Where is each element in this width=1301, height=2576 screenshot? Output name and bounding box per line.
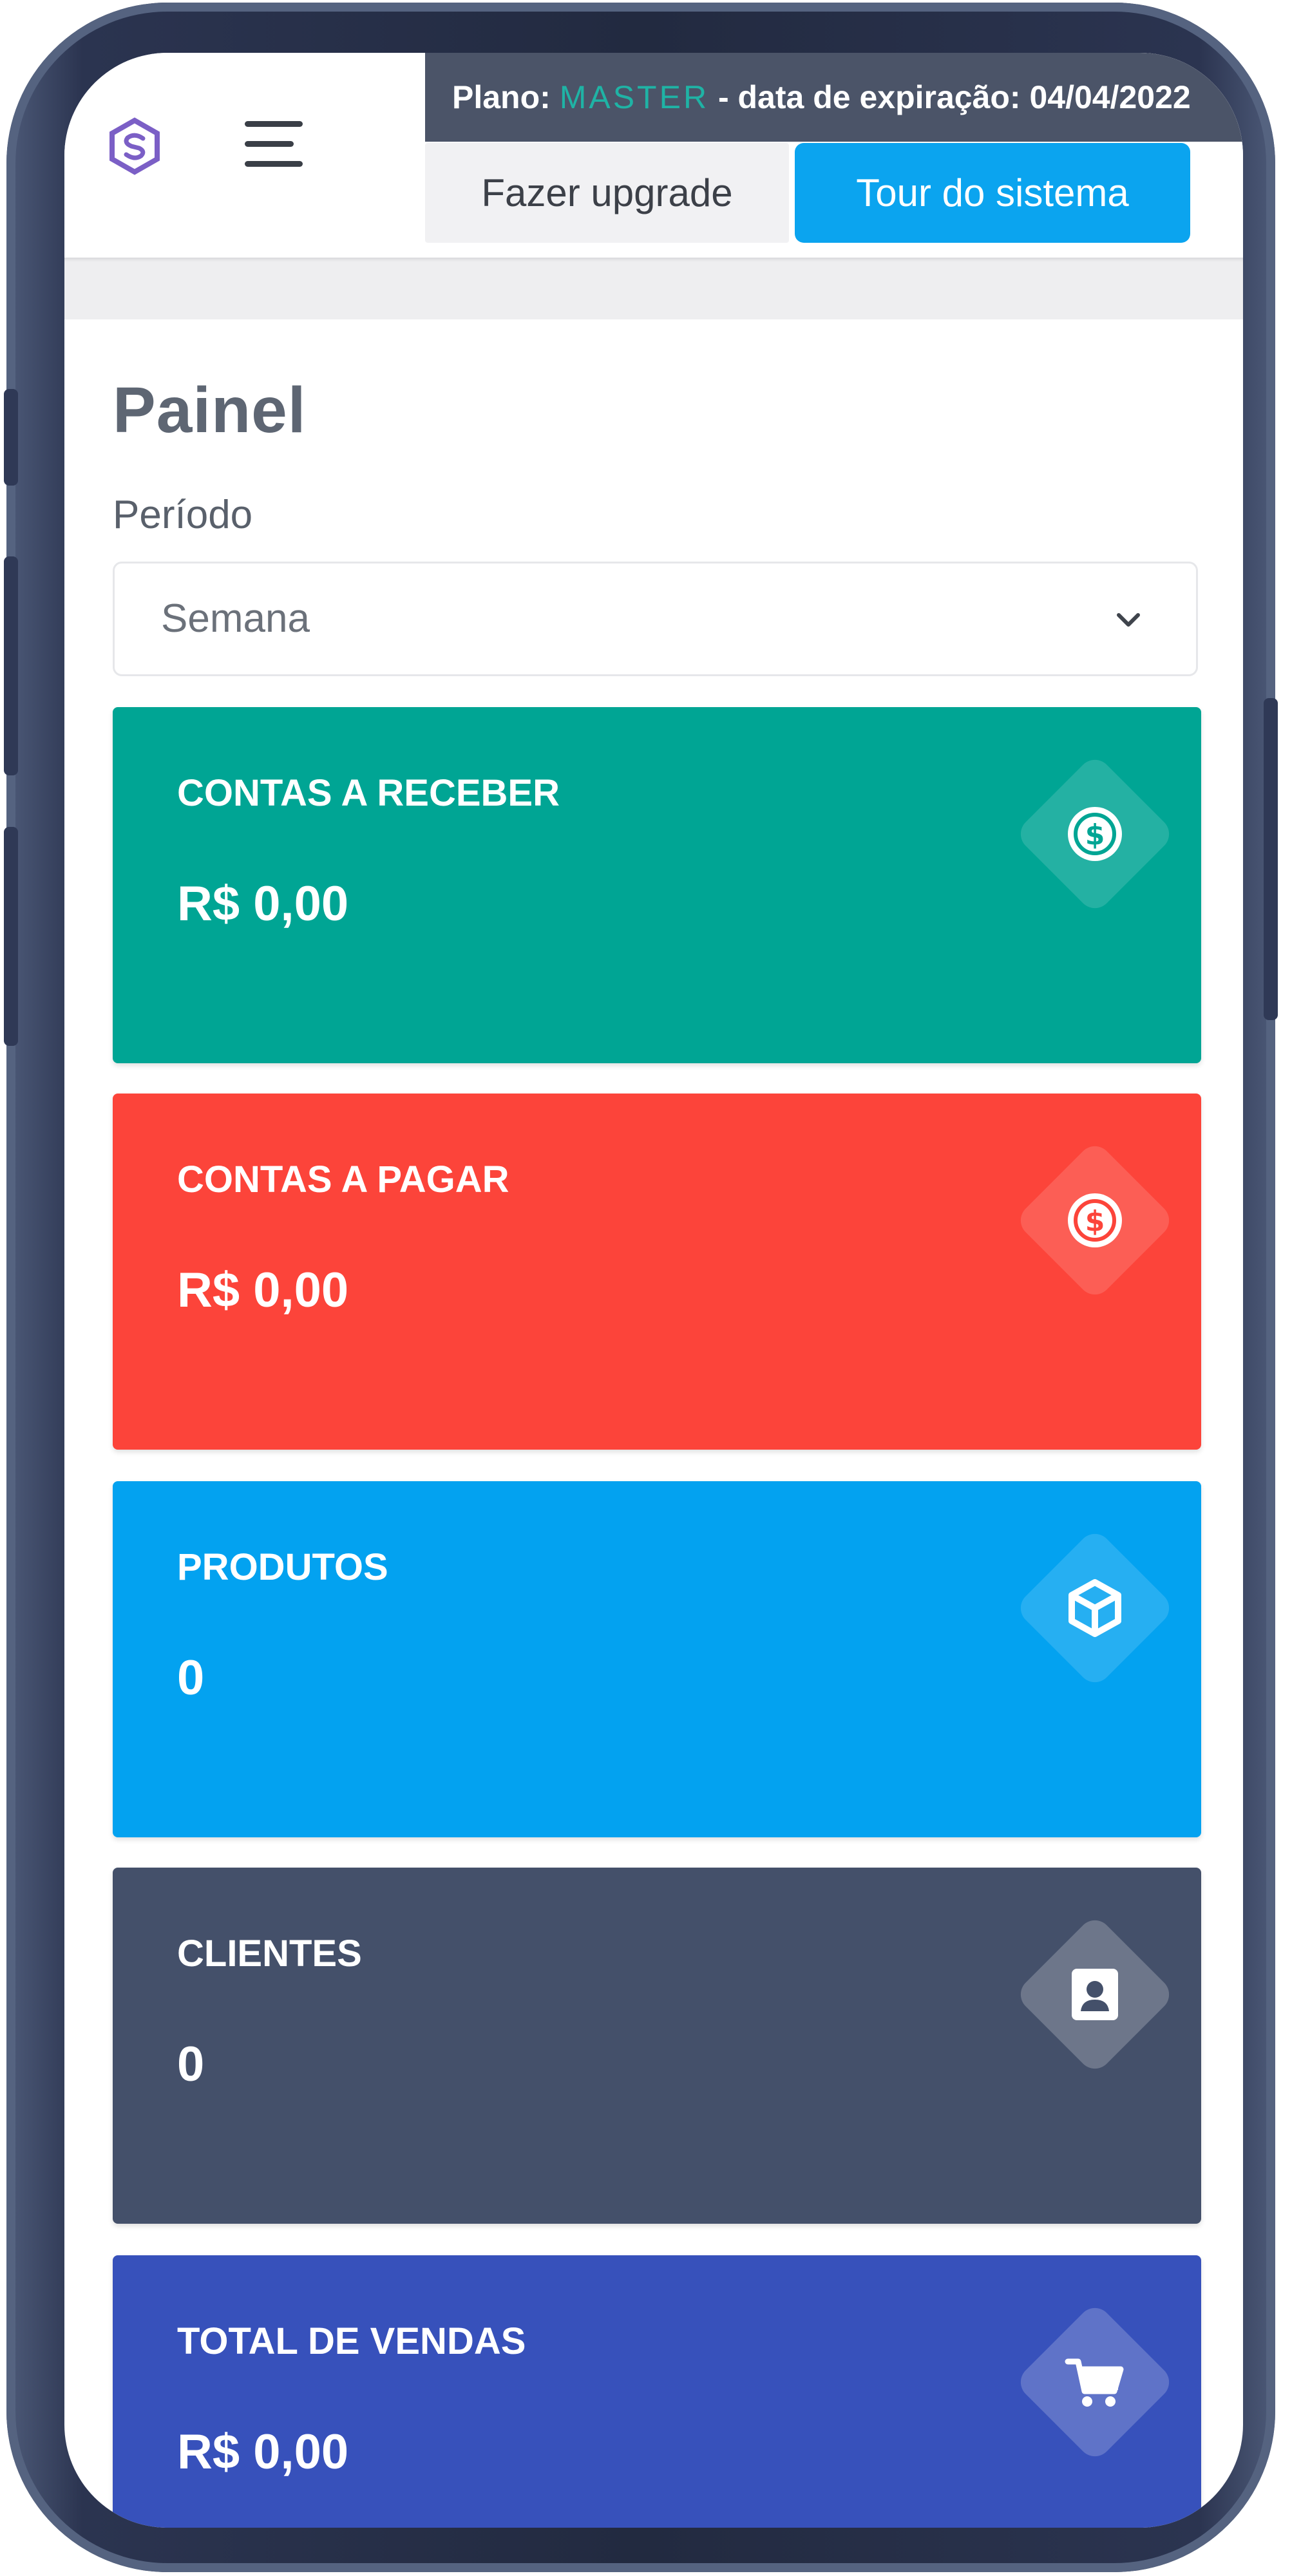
card-icon-badge: $ (1014, 753, 1176, 915)
phone-side-button (4, 827, 18, 1046)
dollar-coin-icon: $ (1068, 807, 1122, 861)
svg-text:$: $ (1085, 1205, 1105, 1238)
card-value: R$ 0,00 (177, 876, 349, 931)
card-label: CONTAS A PAGAR (177, 1159, 509, 1200)
svg-text:$: $ (1085, 819, 1105, 851)
period-select-value: Semana (161, 596, 310, 641)
app-logo-icon (109, 117, 160, 175)
card-label: PRODUTOS (177, 1546, 388, 1588)
card-label: CLIENTES (177, 1933, 362, 1975)
card-contas-a-receber[interactable]: CONTAS A RECEBER R$ 0,00 $ (113, 707, 1201, 1063)
page-title: Painel (113, 374, 307, 446)
tour-button[interactable]: Tour do sistema (795, 143, 1190, 243)
upgrade-button[interactable]: Fazer upgrade (425, 143, 789, 243)
app-screen: Plano: MASTER - data de expiração: 04/04… (64, 53, 1243, 2528)
card-value: 0 (177, 1651, 205, 1705)
header-divider-band (64, 258, 1243, 319)
card-total-de-vendas[interactable]: TOTAL DE VENDAS R$ 0,00 (113, 2255, 1201, 2528)
plan-name: MASTER (559, 79, 710, 115)
card-value: R$ 0,00 (177, 2425, 349, 2479)
chevron-down-icon (1117, 613, 1140, 627)
card-icon-badge (1014, 1913, 1176, 2076)
top-header: Plano: MASTER - data de expiração: 04/04… (64, 53, 1243, 258)
dollar-coin-icon: $ (1068, 1193, 1122, 1247)
plan-info-bar: Plano: MASTER - data de expiração: 04/04… (425, 53, 1243, 142)
phone-side-button (4, 556, 18, 775)
card-label: CONTAS A RECEBER (177, 772, 560, 814)
card-value: 0 (177, 2037, 205, 2092)
box-icon (1068, 1579, 1121, 1637)
period-label: Período (113, 493, 253, 537)
card-label: TOTAL DE VENDAS (177, 2320, 526, 2362)
card-icon-badge (1014, 1527, 1176, 1689)
card-icon-badge: $ (1014, 1139, 1176, 1302)
card-clientes[interactable]: CLIENTES 0 (113, 1868, 1201, 2224)
card-contas-a-pagar[interactable]: CONTAS A PAGAR R$ 0,00 $ (113, 1094, 1201, 1450)
menu-line (245, 121, 303, 127)
menu-line (245, 161, 303, 167)
shopping-cart-icon (1065, 2358, 1124, 2407)
card-icon-badge (1014, 2301, 1176, 2463)
menu-line (245, 141, 294, 147)
plan-expiration: - data de expiração: 04/04/2022 (717, 79, 1191, 115)
plan-prefix: Plano: (452, 79, 551, 115)
contact-card-icon (1072, 1969, 1118, 2020)
period-select[interactable]: Semana (113, 562, 1198, 676)
hamburger-menu-button[interactable] (238, 112, 309, 176)
phone-side-button (1264, 698, 1278, 1020)
phone-frame: Plano: MASTER - data de expiração: 04/04… (4, 3, 1278, 2572)
phone-side-button (4, 389, 18, 486)
card-produtos[interactable]: PRODUTOS 0 (113, 1481, 1201, 1837)
card-value: R$ 0,00 (177, 1263, 349, 1318)
